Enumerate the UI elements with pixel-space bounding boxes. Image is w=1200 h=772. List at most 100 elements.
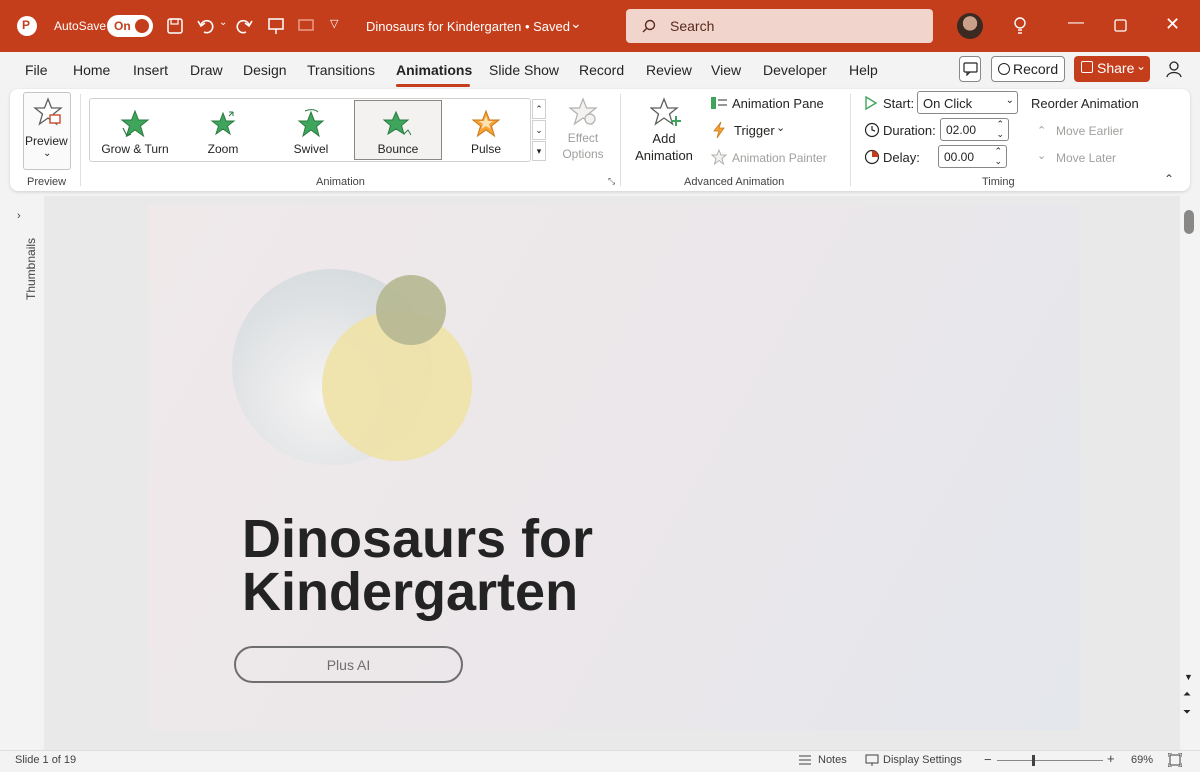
gallery-scroll-down-icon[interactable]: ⌄ bbox=[532, 120, 546, 140]
duration-spinner-icon[interactable]: ⌃ ⌄ bbox=[996, 119, 1004, 139]
delay-input[interactable]: 00.00 ⌃ ⌄ bbox=[938, 145, 1007, 168]
undo-dropdown-icon[interactable]: ⌄ bbox=[219, 17, 227, 28]
move-later-chevron-icon: ⌄ bbox=[1037, 150, 1047, 162]
animation-pulse[interactable]: Pulse bbox=[443, 100, 529, 162]
start-value: On Click bbox=[923, 96, 973, 111]
lightbulb-icon[interactable] bbox=[1012, 16, 1028, 36]
trigger-chevron-icon: ⌄ bbox=[776, 122, 786, 134]
minimize-icon[interactable]: — bbox=[1068, 14, 1084, 32]
animation-painter-button[interactable]: Animation Painter bbox=[710, 148, 840, 166]
zoom-slider[interactable] bbox=[997, 755, 1103, 766]
tab-view[interactable]: View bbox=[711, 62, 741, 78]
next-slide-icon[interactable]: ⏷ bbox=[1183, 707, 1191, 718]
zoom-slider-thumb[interactable] bbox=[1032, 755, 1035, 766]
gallery-more-icon[interactable]: ▾ bbox=[532, 141, 546, 161]
search-box[interactable]: Search bbox=[626, 9, 933, 43]
record-button[interactable]: Record bbox=[991, 56, 1065, 82]
animation-zoom[interactable]: Zoom bbox=[180, 100, 266, 162]
record-label: Record bbox=[1013, 61, 1059, 77]
animation-pane-icon bbox=[711, 97, 727, 109]
start-select[interactable]: On Click ⌄ bbox=[917, 91, 1018, 114]
thumbnails-label[interactable]: Thumbnails bbox=[24, 238, 38, 300]
document-title[interactable]: Dinosaurs for Kindergarten • Saved bbox=[366, 19, 570, 34]
animation-swivel[interactable]: Swivel bbox=[268, 100, 354, 162]
tab-file[interactable]: File bbox=[25, 62, 48, 78]
maximize-icon[interactable] bbox=[1114, 19, 1127, 32]
animation-label: Pulse bbox=[470, 142, 502, 156]
display-settings-button[interactable]: Display Settings bbox=[865, 752, 965, 768]
autosave-toggle[interactable]: On bbox=[107, 15, 153, 37]
present-from-beginning-icon[interactable] bbox=[266, 16, 286, 36]
animation-pane-button[interactable]: Animation Pane bbox=[710, 94, 826, 112]
redo-icon[interactable] bbox=[236, 17, 254, 35]
start-chevron-icon: ⌄ bbox=[1005, 95, 1014, 106]
share-button[interactable]: Share ⌄ bbox=[1074, 56, 1150, 82]
tab-slide-show[interactable]: Slide Show bbox=[489, 62, 559, 78]
gallery-scroll-up-icon[interactable]: ⌃ bbox=[532, 99, 546, 119]
grow-turn-star-icon bbox=[120, 109, 150, 138]
tab-record[interactable]: Record bbox=[579, 62, 624, 78]
title-chevron-down-icon[interactable]: ⌄ bbox=[570, 15, 582, 32]
display-settings-icon bbox=[865, 754, 879, 766]
tab-help[interactable]: Help bbox=[849, 62, 878, 78]
expand-thumbnails-icon[interactable]: › bbox=[17, 210, 21, 222]
animation-label: Grow & Turn bbox=[101, 142, 169, 156]
tab-transitions[interactable]: Transitions bbox=[307, 62, 375, 78]
previous-slide-icon[interactable]: ⏶ bbox=[1183, 689, 1191, 700]
customize-qat-icon[interactable]: ▽ bbox=[330, 17, 338, 30]
swivel-star-icon bbox=[297, 109, 325, 138]
duration-label: Duration: bbox=[883, 123, 936, 138]
tab-insert[interactable]: Insert bbox=[133, 62, 168, 78]
save-icon[interactable] bbox=[166, 17, 184, 35]
duration-input[interactable]: 02.00 ⌃ ⌄ bbox=[940, 118, 1009, 141]
zoom-out-icon[interactable]: − bbox=[984, 752, 992, 767]
slide[interactable]: Dinosaurs for Kindergarten Plus AI bbox=[148, 205, 1080, 730]
share-icon bbox=[1081, 61, 1093, 73]
slide-title-line-2: Kindergarten bbox=[242, 562, 579, 622]
animation-grow-turn[interactable]: Grow & Turn bbox=[92, 100, 178, 162]
trigger-label: Trigger bbox=[734, 123, 775, 138]
tab-home[interactable]: Home bbox=[73, 62, 110, 78]
preview-label: Preview bbox=[25, 134, 68, 148]
powerpoint-logo-icon[interactable]: P bbox=[17, 16, 37, 36]
move-earlier-button[interactable]: ⌃ Move Earlier bbox=[1037, 122, 1137, 140]
tab-review[interactable]: Review bbox=[646, 62, 692, 78]
notes-button[interactable]: Notes bbox=[798, 752, 850, 768]
delay-spinner-icon[interactable]: ⌃ ⌄ bbox=[994, 146, 1002, 166]
effect-options-button[interactable]: Effect Options bbox=[552, 94, 614, 166]
preview-button[interactable]: Preview ⌄ bbox=[23, 92, 71, 170]
fit-to-window-icon[interactable] bbox=[1168, 753, 1182, 767]
effect-options-star-icon bbox=[568, 97, 598, 126]
zoom-in-icon[interactable]: + bbox=[1107, 751, 1115, 766]
avatar[interactable] bbox=[957, 13, 983, 39]
toggle-knob bbox=[135, 19, 149, 33]
animation-dialog-launcher-icon[interactable]: ⤡ bbox=[608, 176, 615, 187]
plus-ai-button[interactable]: Plus AI bbox=[234, 646, 463, 683]
trigger-button[interactable]: Trigger ⌄ bbox=[710, 121, 790, 139]
tab-animations[interactable]: Animations bbox=[396, 62, 472, 78]
zoom-star-icon bbox=[210, 111, 236, 136]
comments-button[interactable] bbox=[959, 56, 981, 82]
tab-draw[interactable]: Draw bbox=[190, 62, 223, 78]
collapse-ribbon-icon[interactable]: ⌃ bbox=[1164, 172, 1174, 186]
autosave-label: AutoSave bbox=[54, 19, 107, 33]
zoom-level[interactable]: 69% bbox=[1131, 754, 1153, 766]
tab-developer[interactable]: Developer bbox=[763, 62, 827, 78]
vertical-scrollbar[interactable] bbox=[1180, 196, 1200, 750]
scrollbar-thumb[interactable] bbox=[1184, 210, 1194, 234]
display-settings-label: Display Settings bbox=[883, 754, 962, 766]
move-later-label: Move Later bbox=[1056, 151, 1117, 165]
undo-icon[interactable] bbox=[196, 17, 216, 35]
move-later-button[interactable]: ⌄ Move Later bbox=[1037, 149, 1137, 167]
tab-design[interactable]: Design bbox=[243, 62, 287, 78]
close-icon[interactable]: ✕ bbox=[1165, 14, 1180, 35]
add-animation-button[interactable]: Add Animation bbox=[628, 94, 704, 166]
designer-icon[interactable] bbox=[1164, 59, 1184, 79]
comment-toggle-icon[interactable] bbox=[296, 16, 316, 36]
slide-title-line-1: Dinosaurs for bbox=[242, 509, 594, 569]
start-label: Start: bbox=[883, 96, 915, 111]
animation-painter-icon bbox=[710, 149, 728, 165]
animation-pane-label: Animation Pane bbox=[732, 96, 824, 111]
scroll-down-icon[interactable]: ▼ bbox=[1184, 672, 1193, 682]
animation-bounce[interactable]: Bounce bbox=[355, 100, 441, 162]
